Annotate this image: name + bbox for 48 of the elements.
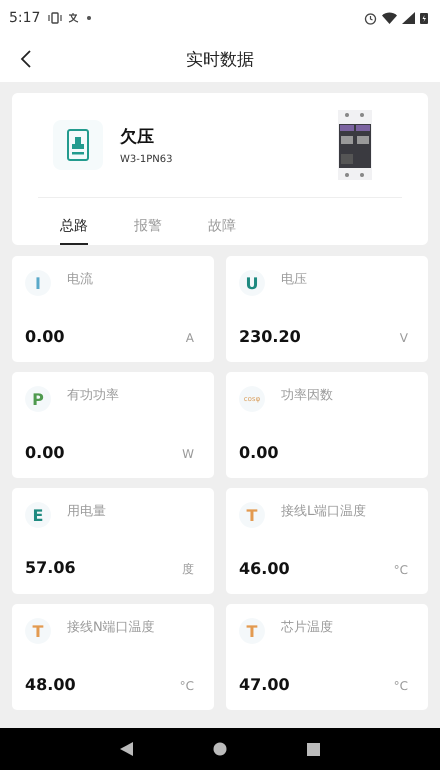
metric-value: 57.06 — [25, 558, 76, 577]
dot-icon — [87, 16, 92, 20]
recents-icon[interactable] — [307, 742, 320, 756]
metric-unit: W — [182, 447, 194, 461]
metric-label: 用电量 — [67, 503, 106, 520]
metric-value: 0.00 — [239, 443, 278, 462]
status-time: 5:17 — [9, 10, 40, 26]
metric-value: 46.00 — [239, 559, 290, 578]
metric-label: 电压 — [281, 271, 307, 288]
metric-symbol: I — [25, 270, 51, 296]
metric-unit: °C — [394, 679, 408, 693]
metric-value: 230.20 — [239, 327, 301, 346]
device-name: 欠压 — [120, 126, 154, 148]
metric-label: 有功功率 — [67, 387, 119, 404]
tab[interactable]: 报警 — [134, 206, 162, 244]
metric-unit: °C — [394, 563, 408, 577]
device-model: W3-1PN63 — [120, 154, 172, 165]
vibrate-icon — [47, 12, 64, 24]
metric-value: 48.00 — [25, 675, 76, 694]
tab[interactable]: 故障 — [208, 206, 236, 244]
metric-unit: A — [186, 331, 194, 345]
signal-icon — [402, 12, 415, 24]
metric-symbol: E — [25, 502, 51, 528]
back-icon[interactable] — [20, 50, 32, 68]
metric-label: 接线N端口温度 — [67, 619, 155, 636]
page-title: 实时数据 — [186, 48, 254, 70]
metric-value: 47.00 — [239, 675, 290, 694]
device-icon — [67, 129, 89, 161]
alarm-icon — [364, 12, 377, 24]
metric-symbol: T — [25, 618, 51, 644]
metric-unit: 度 — [182, 561, 194, 578]
home-icon[interactable] — [213, 742, 228, 756]
metric-symbol: T — [239, 618, 265, 644]
metric-symbol: U — [239, 270, 265, 296]
tab[interactable]: 总路 — [60, 206, 88, 244]
metric-label: 接线L端口温度 — [281, 503, 366, 520]
metric-label: 电流 — [67, 271, 93, 288]
metric-unit: V — [400, 331, 408, 345]
wifi-icon — [382, 12, 397, 24]
metric-label: 功率因数 — [281, 387, 333, 404]
metric-unit: °C — [180, 679, 194, 693]
metric-value: 0.00 — [25, 327, 64, 346]
metric-symbol: T — [239, 502, 265, 528]
metric-symbol: P — [25, 386, 51, 412]
metric-value: 0.00 — [25, 443, 64, 462]
back-nav-icon[interactable] — [120, 742, 134, 756]
battery-icon — [420, 12, 428, 24]
metric-label: 芯片温度 — [281, 619, 333, 636]
